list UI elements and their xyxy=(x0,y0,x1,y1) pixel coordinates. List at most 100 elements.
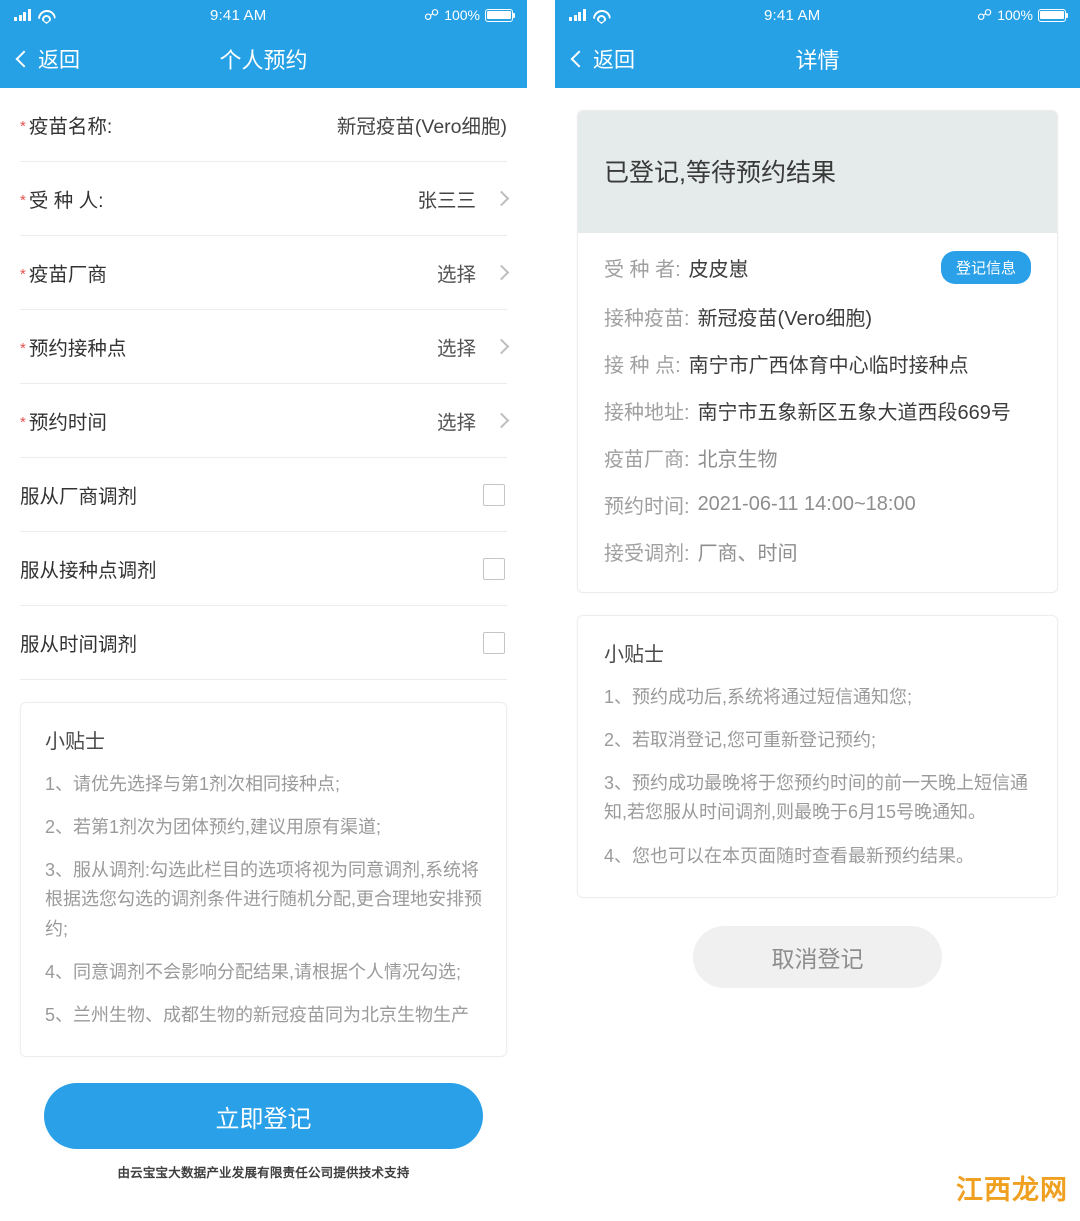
checkbox-label: 服从接种点调剂 xyxy=(20,560,157,582)
detail-key: 受 种 者: xyxy=(604,259,681,281)
watermark: 江西龙网 xyxy=(955,1174,1069,1208)
detail-key: 接种地址: xyxy=(604,402,690,424)
tips-item: 3、预约成功最晚将于您预约时间的前一天晚上短信通知,若您服从时间调剂,则最晚于6… xyxy=(604,773,1029,823)
chevron-right-icon xyxy=(493,412,510,429)
detail-key: 接 种 点: xyxy=(604,355,681,377)
detail-body: 已登记,等待预约结果 受 种 者: 皮皮崽 登记信息 接种疫苗: 新冠疫苗(Ve… xyxy=(555,88,1080,988)
detail-rows: 受 种 者: 皮皮崽 登记信息 接种疫苗: 新冠疫苗(Vero细胞) 接 种 点… xyxy=(578,233,1057,592)
back-button-left[interactable]: 返回 xyxy=(0,44,80,74)
form-value-time: 选择 xyxy=(436,412,476,434)
bluetooth-icon: ☍ xyxy=(976,6,993,24)
detail-key: 接受调剂: xyxy=(604,543,690,565)
wifi-icon xyxy=(593,9,608,21)
form-value-manufacturer: 选择 xyxy=(436,264,476,286)
form-label: 受 种 人: xyxy=(28,190,104,212)
form-value-vaccine-name: 新冠疫苗(Vero细胞) xyxy=(336,116,507,138)
status-bar-right: 9:41 AM ☍ 100% xyxy=(555,0,1080,30)
tips-item: 1、预约成功后,系统将通过短信通知您; xyxy=(604,687,913,707)
form-row-manufacturer[interactable]: * 疫苗厂商 选择 xyxy=(20,236,510,310)
form-row-site[interactable]: * 预约接种点 选择 xyxy=(20,310,510,384)
bluetooth-icon: ☍ xyxy=(423,6,440,24)
tips-title: 小贴士 xyxy=(45,731,105,753)
tips-item: 5、兰州生物、成都生物的新冠疫苗同为北京生物生产 xyxy=(45,1004,470,1025)
detail-key: 接种疫苗: xyxy=(604,308,690,330)
status-bar-clock: 9:41 AM xyxy=(210,6,267,24)
detail-row-reassign: 接受调剂: 厂商、时间 xyxy=(604,537,1031,566)
form-value-site: 选择 xyxy=(436,338,476,360)
back-button-label: 返回 xyxy=(38,49,80,72)
form-row-recipient[interactable]: * 受 种 人: 张三三 xyxy=(20,162,510,236)
tips-item: 4、同意调剂不会影响分配结果,请根据个人情况勾选; xyxy=(45,961,462,982)
checkbox-time-reassign[interactable] xyxy=(483,631,505,654)
submit-button-container: 立即登记 由云宝宝大数据产业发展有限责任公司提供技术支持 xyxy=(0,1057,527,1181)
detail-row-recipient: 受 种 者: 皮皮崽 登记信息 xyxy=(604,251,1031,284)
cancel-button-container: 取消登记 xyxy=(577,898,1058,988)
checkbox-row-manufacturer-reassign[interactable]: 服从厂商调剂 xyxy=(20,458,507,532)
chevron-left-icon xyxy=(15,50,33,68)
required-asterisk: * xyxy=(20,192,26,209)
chevron-left-icon xyxy=(570,50,588,68)
tips-item: 3、服从调剂:勾选此栏目的选项将视为同意调剂,系统将根据选您勾选的调剂条件进行随… xyxy=(45,860,482,939)
tips-item: 2、若第1剂次为团体预约,建议用原有渠道; xyxy=(45,817,382,838)
chevron-right-icon xyxy=(493,190,510,207)
tips-card-right: 小贴士 1、预约成功后,系统将通过短信通知您; 2、若取消登记,您可重新登记预约… xyxy=(577,615,1058,898)
screen-divider xyxy=(527,0,555,1221)
form-label: 预约接种点 xyxy=(28,338,127,360)
signal-strength-icon xyxy=(569,9,586,21)
battery-icon xyxy=(485,8,516,22)
form-label: 预约时间 xyxy=(28,412,107,434)
tips-item: 1、请优先选择与第1剂次相同接种点; xyxy=(45,774,341,794)
status-bar-indicators-right: ☍ 100% xyxy=(423,6,516,24)
detail-value-recipient: 皮皮崽 xyxy=(688,259,749,281)
tips-title: 小贴士 xyxy=(604,644,664,666)
signal-strength-icon xyxy=(14,9,31,21)
nav-bar-right: 返回 详情 xyxy=(555,30,1080,88)
checkbox-label: 服从厂商调剂 xyxy=(20,486,138,508)
checkbox-row-time-reassign[interactable]: 服从时间调剂 xyxy=(20,606,507,680)
detail-value-site: 南宁市广西体育中心临时接种点 xyxy=(688,355,969,377)
submit-registration-button[interactable]: 立即登记 xyxy=(44,1083,483,1150)
status-bar-left: 9:41 AM ☍ 100% xyxy=(0,0,527,30)
form-label: 疫苗厂商 xyxy=(28,264,107,286)
form-value-recipient: 张三三 xyxy=(417,190,476,212)
detail-key: 疫苗厂商: xyxy=(604,449,690,471)
detail-value-vaccine: 新冠疫苗(Vero细胞) xyxy=(697,308,873,330)
form-row-vaccine-name: * 疫苗名称: 新冠疫苗(Vero细胞) xyxy=(20,88,507,162)
wifi-icon xyxy=(38,9,53,21)
form-row-time[interactable]: * 预约时间 选择 xyxy=(20,384,510,458)
required-asterisk: * xyxy=(20,414,26,431)
checkbox-row-site-reassign[interactable]: 服从接种点调剂 xyxy=(20,532,507,606)
detail-key: 预约时间: xyxy=(604,496,690,518)
footer-support-note: 由云宝宝大数据产业发展有限责任公司提供技术支持 xyxy=(117,1166,410,1181)
checkbox-label: 服从时间调剂 xyxy=(20,634,138,656)
back-button-right[interactable]: 返回 xyxy=(555,44,635,74)
status-bar-indicators-right: ☍ 100% xyxy=(976,6,1069,24)
checkbox-site-reassign[interactable] xyxy=(483,557,505,580)
registration-detail-card: 已登记,等待预约结果 受 种 者: 皮皮崽 登记信息 接种疫苗: 新冠疫苗(Ve… xyxy=(577,110,1058,593)
tips-card-left: 小贴士 1、请优先选择与第1剂次相同接种点; 2、若第1剂次为团体预约,建议用原… xyxy=(20,702,507,1058)
registration-info-badge[interactable]: 登记信息 xyxy=(940,251,1031,284)
registration-status-text: 已登记,等待预约结果 xyxy=(578,111,1057,233)
battery-icon xyxy=(1038,8,1069,22)
required-asterisk: * xyxy=(20,340,26,357)
status-bar-indicators-left xyxy=(569,9,608,21)
tips-item: 2、若取消登记,您可重新登记预约; xyxy=(604,730,877,751)
chevron-right-icon xyxy=(493,338,510,355)
detail-row-appointment-time: 预约时间: 2021-06-11 14:00~18:00 xyxy=(604,490,1031,519)
detail-row-site: 接 种 点: 南宁市广西体育中心临时接种点 xyxy=(604,349,1031,378)
battery-percent-label: 100% xyxy=(444,7,480,23)
detail-value-reassign: 厂商、时间 xyxy=(697,543,798,565)
detail-value-address: 南宁市五象新区五象大道西段669号 xyxy=(697,402,1011,424)
status-bar-clock: 9:41 AM xyxy=(764,6,821,24)
detail-value-manufacturer: 北京生物 xyxy=(697,449,778,471)
left-screen: 9:41 AM ☍ 100% 返回 个人预约 * 疫苗名称: 新冠疫苗(Vero… xyxy=(0,0,527,1221)
chevron-right-icon xyxy=(493,264,510,281)
detail-row-address: 接种地址: 南宁市五象新区五象大道西段669号 xyxy=(604,396,1031,425)
back-button-label: 返回 xyxy=(593,49,635,72)
form-label: 疫苗名称: xyxy=(28,116,113,138)
dual-screen-container: 9:41 AM ☍ 100% 返回 个人预约 * 疫苗名称: 新冠疫苗(Vero… xyxy=(0,0,1080,1221)
cancel-registration-button[interactable]: 取消登记 xyxy=(693,925,942,988)
required-asterisk: * xyxy=(20,118,26,135)
checkbox-manufacturer-reassign[interactable] xyxy=(483,483,505,506)
detail-value-appointment-time: 2021-06-11 14:00~18:00 xyxy=(697,493,916,515)
